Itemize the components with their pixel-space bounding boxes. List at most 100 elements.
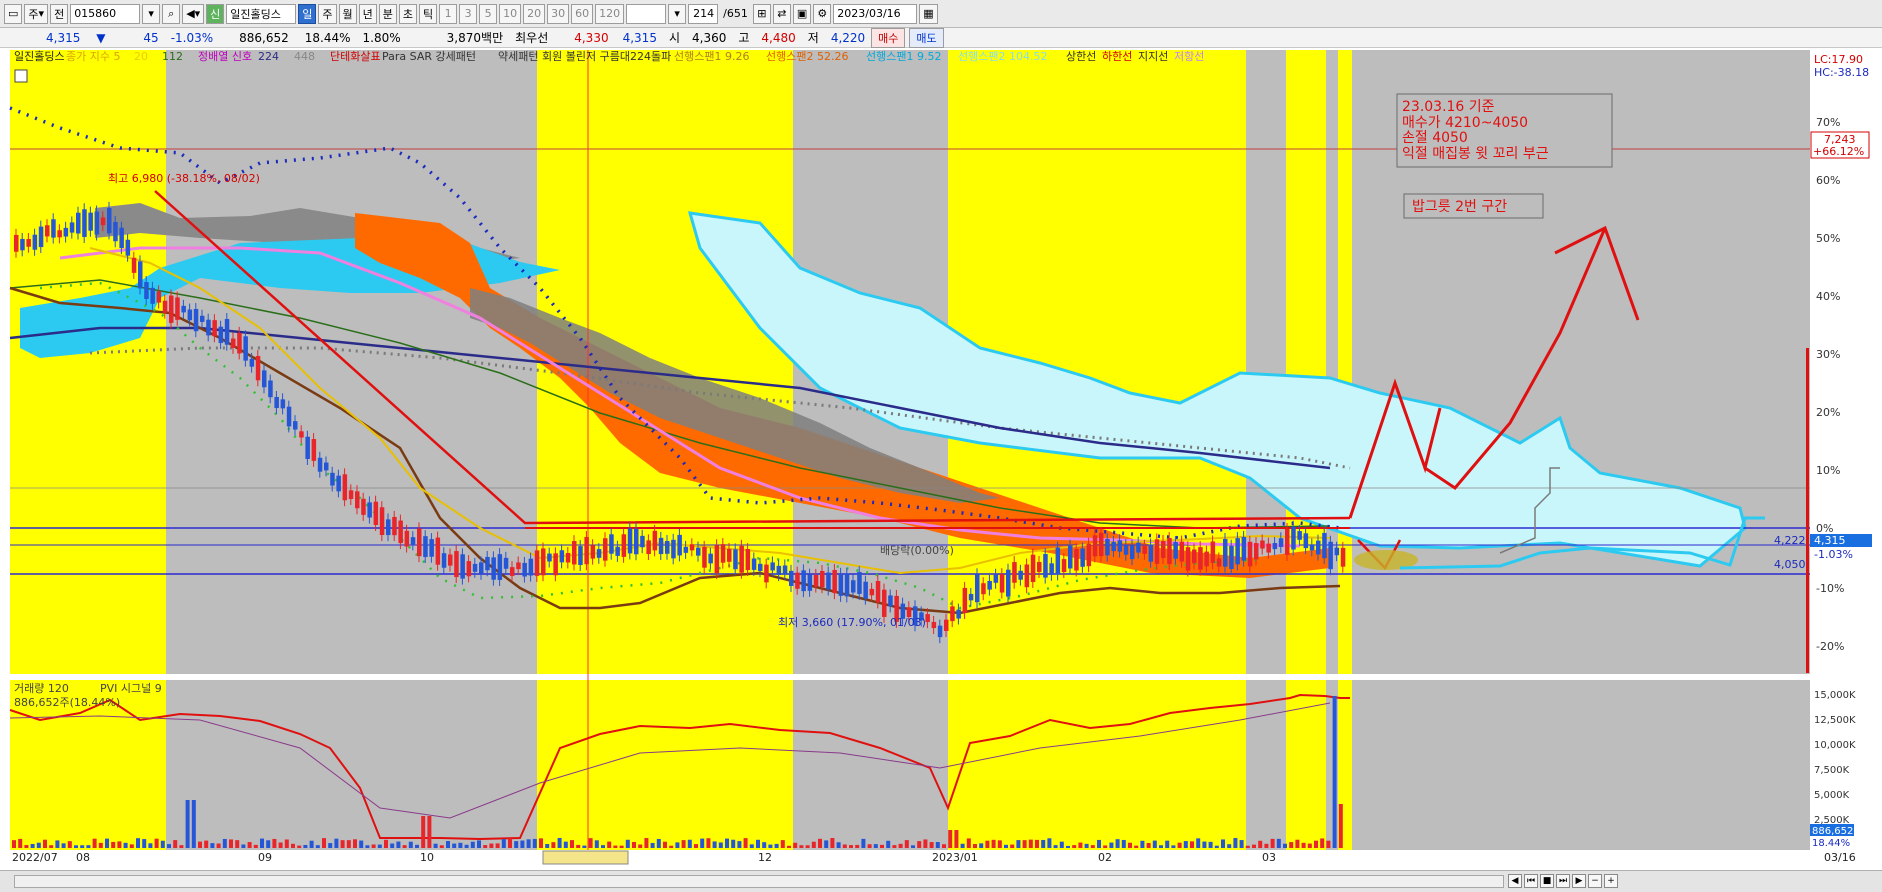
legend-item[interactable]: 저항선 [1174,50,1204,63]
candle [466,561,472,577]
save-icon[interactable]: ▣ [792,3,812,24]
legend-item[interactable]: 지지선 [1138,50,1168,63]
interval-1[interactable]: 1 [439,3,458,24]
legend-item[interactable]: 선행스팬2 104.52 [958,50,1047,63]
legend-item[interactable]: 단테화살표 [330,50,381,63]
highlight-band [1338,50,1352,674]
chart-scrollbar[interactable] [14,875,1504,888]
compare-icon[interactable]: ⇄ [772,3,791,24]
volume-bar [198,841,202,848]
nav-first-icon[interactable]: ⏮ [1524,874,1538,888]
period-tab-tick[interactable]: 틱 [419,3,438,24]
volume-tick: 7,500K [1814,765,1850,776]
candle [1192,549,1197,564]
volume-bar [954,830,959,848]
period-selector[interactable]: 주 ▾ [24,3,49,24]
legend-item[interactable]: 일진홀딩스 [14,49,65,63]
nav-prev-icon[interactable]: ◀ [1508,874,1522,888]
current-volume: 886,652 [1812,826,1853,837]
candle [392,516,397,536]
interval-20[interactable]: 20 [523,3,546,24]
legend-toggle-icon[interactable] [14,69,28,83]
volume-bar [36,842,41,848]
chart-type-icon[interactable]: ▭ [4,3,23,24]
highlight-band [948,680,1246,862]
candle [69,222,75,233]
legend-item[interactable]: 224 [258,50,279,63]
legend-item[interactable]: 112 [162,50,183,63]
candle [770,562,775,571]
volume-bar [80,845,85,848]
custom-interval-dropdown-icon[interactable]: ▾ [668,3,687,24]
count-input[interactable]: 214 [688,3,719,24]
volume-bar [508,838,512,848]
volume-bar [1208,841,1213,848]
legend-item[interactable]: 종가 지수 5 [66,50,120,63]
nav-stop-icon[interactable]: ■ [1540,874,1554,888]
candle [175,297,180,320]
buy-button[interactable]: 매수 [871,27,906,48]
interval-10[interactable]: 10 [499,3,522,24]
calendar-icon[interactable]: ▦ [919,3,938,24]
candle [429,539,434,557]
period-tab-month[interactable]: 월 [338,3,357,24]
period-tab-week[interactable]: 주 [318,3,337,24]
gear-icon[interactable]: ⚙ [813,3,832,24]
price-chart[interactable]: 최고 6,980 (-38.18%, 08/02) 최저 3,660 (17.9… [0,48,1882,870]
stock-code-input[interactable]: 015860 [70,3,141,24]
nav-next-icon[interactable]: ▶ [1572,874,1586,888]
pct-tick: 60% [1816,174,1840,187]
legend-item[interactable]: 선행스팬1 9.26 [674,50,749,63]
interval-60[interactable]: 60 [571,3,594,24]
legend-item[interactable]: 20 [134,50,148,63]
volume-bar [297,845,302,848]
zoom-out-icon[interactable]: − [1588,874,1602,888]
period-tab-day[interactable]: 일 [298,3,317,24]
volume-bar [625,839,630,848]
legend-item[interactable]: 선행스팬1 9.52 [866,50,941,63]
volume-bar [1177,842,1182,848]
zoom-in-icon[interactable]: + [1604,874,1618,888]
period-tab-second[interactable]: 초 [398,3,418,24]
volume-bar [557,838,562,848]
candle [472,563,478,572]
date-input[interactable]: 2023/03/16 [833,3,918,24]
legend-item[interactable]: 회원 볼린저 구름대224돌파 [542,50,671,63]
sell-button[interactable]: 매도 [909,27,944,48]
interval-5[interactable]: 5 [479,3,498,24]
speaker-icon[interactable]: ◀▾ [182,3,205,24]
legend-item[interactable]: 선행스팬2 52.26 [766,50,848,63]
candle [386,519,391,536]
chart-area[interactable]: 최고 6,980 (-38.18%, 08/02) 최저 3,660 (17.9… [0,48,1882,870]
market-selector[interactable]: 전 [50,3,69,24]
interval-120[interactable]: 120 [595,3,625,24]
candle [1123,545,1129,555]
custom-interval-input[interactable] [626,3,667,24]
toolbar: ▭ 주 ▾ 전 015860 ▾ ⌕ ◀▾ 신 일진홀딩스 일 주 월 년 분 초… [0,0,1882,28]
volume-bar [576,844,581,848]
candle [1316,540,1321,555]
legend-item[interactable]: Para SAR 강세패턴 [382,50,476,63]
period-tab-minute[interactable]: 분 [378,3,397,24]
code-dropdown-icon[interactable]: ▾ [142,3,161,24]
period-tab-year[interactable]: 년 [358,3,377,24]
candle [88,212,93,231]
legend-item[interactable]: 상한선 [1066,50,1096,63]
candle [454,551,459,578]
interval-30[interactable]: 30 [547,3,570,24]
zoom-icon[interactable]: ⊞ [752,3,771,24]
legend-item[interactable]: 하한선 [1102,49,1132,63]
legend-item[interactable]: 448 [294,50,315,63]
legend-item[interactable]: 정배열 신호 [198,50,252,63]
search-icon[interactable]: ⌕ [162,3,181,24]
candle [1086,543,1092,567]
volume-bar [260,838,264,848]
nav-last-icon[interactable]: ⏭ [1556,874,1570,888]
volume-bar [917,841,922,848]
highlight-band [1286,50,1326,674]
candle [1148,544,1154,562]
interval-3[interactable]: 3 [459,3,478,24]
legend-item[interactable]: 약세패턴 [498,49,538,63]
candle [714,545,720,574]
candle [1142,545,1147,554]
